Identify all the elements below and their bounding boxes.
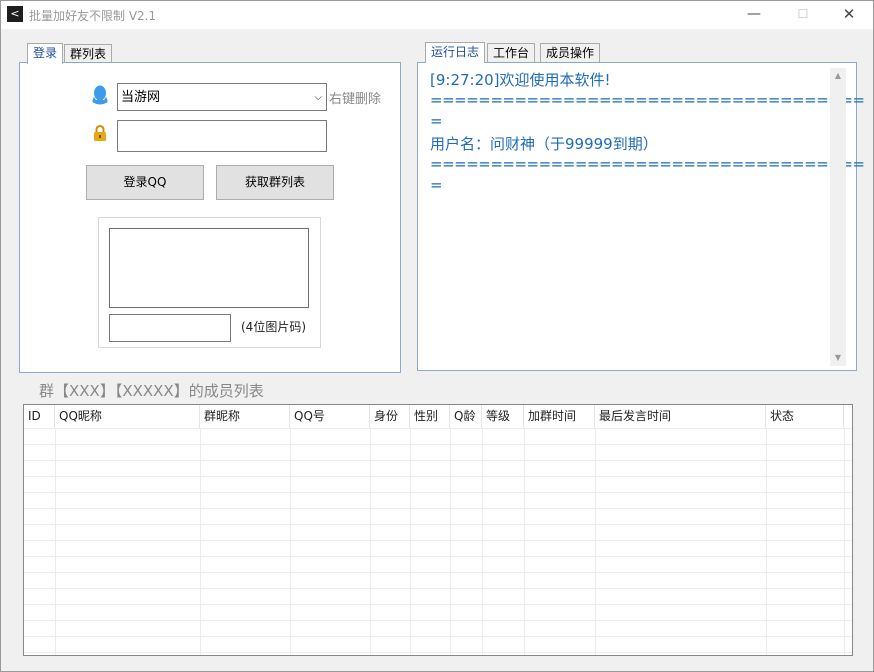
column-header-qq-age[interactable]: Q龄 [450, 405, 482, 428]
column-header-group-nickname[interactable]: 群昵称 [200, 405, 290, 428]
log-line: 用户名：问财神（于99999到期） [430, 135, 658, 153]
table-column-line [844, 428, 845, 655]
column-header-last-speak-time[interactable]: 最后发言时间 [595, 405, 766, 428]
table-row-line [24, 460, 852, 461]
captcha-hint: (4位图片码) [241, 320, 306, 334]
get-group-list-button[interactable]: 获取群列表 [216, 165, 334, 200]
table-row-line [24, 428, 852, 429]
table-column-line [290, 428, 291, 655]
table-row-line [24, 636, 852, 637]
log-line: = [430, 112, 443, 130]
table-column-line [410, 428, 411, 655]
qq-penguin-icon [92, 85, 108, 105]
member-list-title: 群【XXX】【XXXXX】的成员列表 [39, 382, 264, 400]
tab-workbench[interactable]: 工作台 [487, 43, 536, 62]
column-header-level[interactable]: 等级 [482, 405, 524, 428]
minimize-button[interactable]: — [734, 3, 774, 25]
column-header-join-time[interactable]: 加群时间 [524, 405, 595, 428]
account-value: 当游网 [121, 90, 161, 105]
column-header-qq-nickname[interactable]: QQ昵称 [55, 405, 200, 428]
column-header-gender[interactable]: 性别 [410, 405, 450, 428]
app-window: < 批量加好友不限制 V2.1 — ☐ ✕ 登录 群列表 当游网 ⌵ 右键删除 … [0, 0, 874, 672]
table-row-line [24, 620, 852, 621]
tab-run-log[interactable]: 运行日志 [425, 42, 486, 63]
tab-member-operations[interactable]: 成员操作 [540, 43, 601, 62]
table-column-line [482, 428, 483, 655]
app-icon: < [7, 6, 23, 22]
right-click-delete-hint: 右键删除 [329, 92, 382, 107]
lock-icon [94, 125, 106, 141]
window-title: 批量加好友不限制 V2.1 [29, 9, 157, 23]
table-column-line [766, 428, 767, 655]
log-panel: [9:27:20]欢迎使用本软件! ======================… [417, 62, 865, 371]
captcha-input[interactable] [109, 314, 231, 342]
log-line: ==================================== [430, 91, 865, 109]
column-header-id[interactable]: ID [24, 405, 55, 428]
captcha-area: (4位图片码) [98, 217, 321, 348]
tab-group-list[interactable]: 群列表 [64, 44, 113, 63]
log-scrollbar[interactable]: ▲ ▼ [830, 68, 846, 366]
table-row-line [24, 652, 852, 653]
table-row-line [24, 492, 852, 493]
close-button[interactable]: ✕ [829, 3, 869, 25]
chevron-down-icon[interactable]: ⌵ [314, 84, 322, 112]
table-row-line [24, 604, 852, 605]
table-row-line [24, 476, 852, 477]
maximize-button[interactable]: ☐ [783, 3, 823, 25]
table-column-line [524, 428, 525, 655]
table-column-line [450, 428, 451, 655]
column-header-status[interactable]: 状态 [766, 405, 844, 428]
password-input[interactable] [117, 120, 327, 152]
captcha-image[interactable] [109, 228, 309, 308]
table-column-line [55, 428, 56, 655]
table-column-line [370, 428, 371, 655]
log-line: ==================================== [430, 155, 865, 173]
table-column-line [200, 428, 201, 655]
title-bar: < 批量加好友不限制 V2.1 — ☐ ✕ [1, 1, 873, 29]
column-header-role[interactable]: 身份 [370, 405, 410, 428]
table-row-line [24, 572, 852, 573]
table-row-line [24, 508, 852, 509]
tab-login[interactable]: 登录 [27, 43, 64, 64]
member-table[interactable]: ID QQ昵称 群昵称 QQ号 身份 性别 Q龄 等级 加群时间 最后发言时间 … [23, 404, 853, 656]
table-row-line [24, 444, 852, 445]
column-header-qq-number[interactable]: QQ号 [290, 405, 370, 428]
account-select[interactable]: 当游网 ⌵ [117, 83, 327, 111]
log-line: [9:27:20]欢迎使用本软件! [430, 71, 611, 89]
table-row-line [24, 524, 852, 525]
table-row-line [24, 556, 852, 557]
scroll-up-icon[interactable]: ▲ [830, 68, 846, 84]
table-column-line [595, 428, 596, 655]
table-row-line [24, 588, 852, 589]
log-line: = [430, 176, 443, 194]
login-qq-button[interactable]: 登录QQ [86, 165, 204, 200]
table-row-line [24, 540, 852, 541]
scroll-down-icon[interactable]: ▼ [830, 350, 846, 366]
